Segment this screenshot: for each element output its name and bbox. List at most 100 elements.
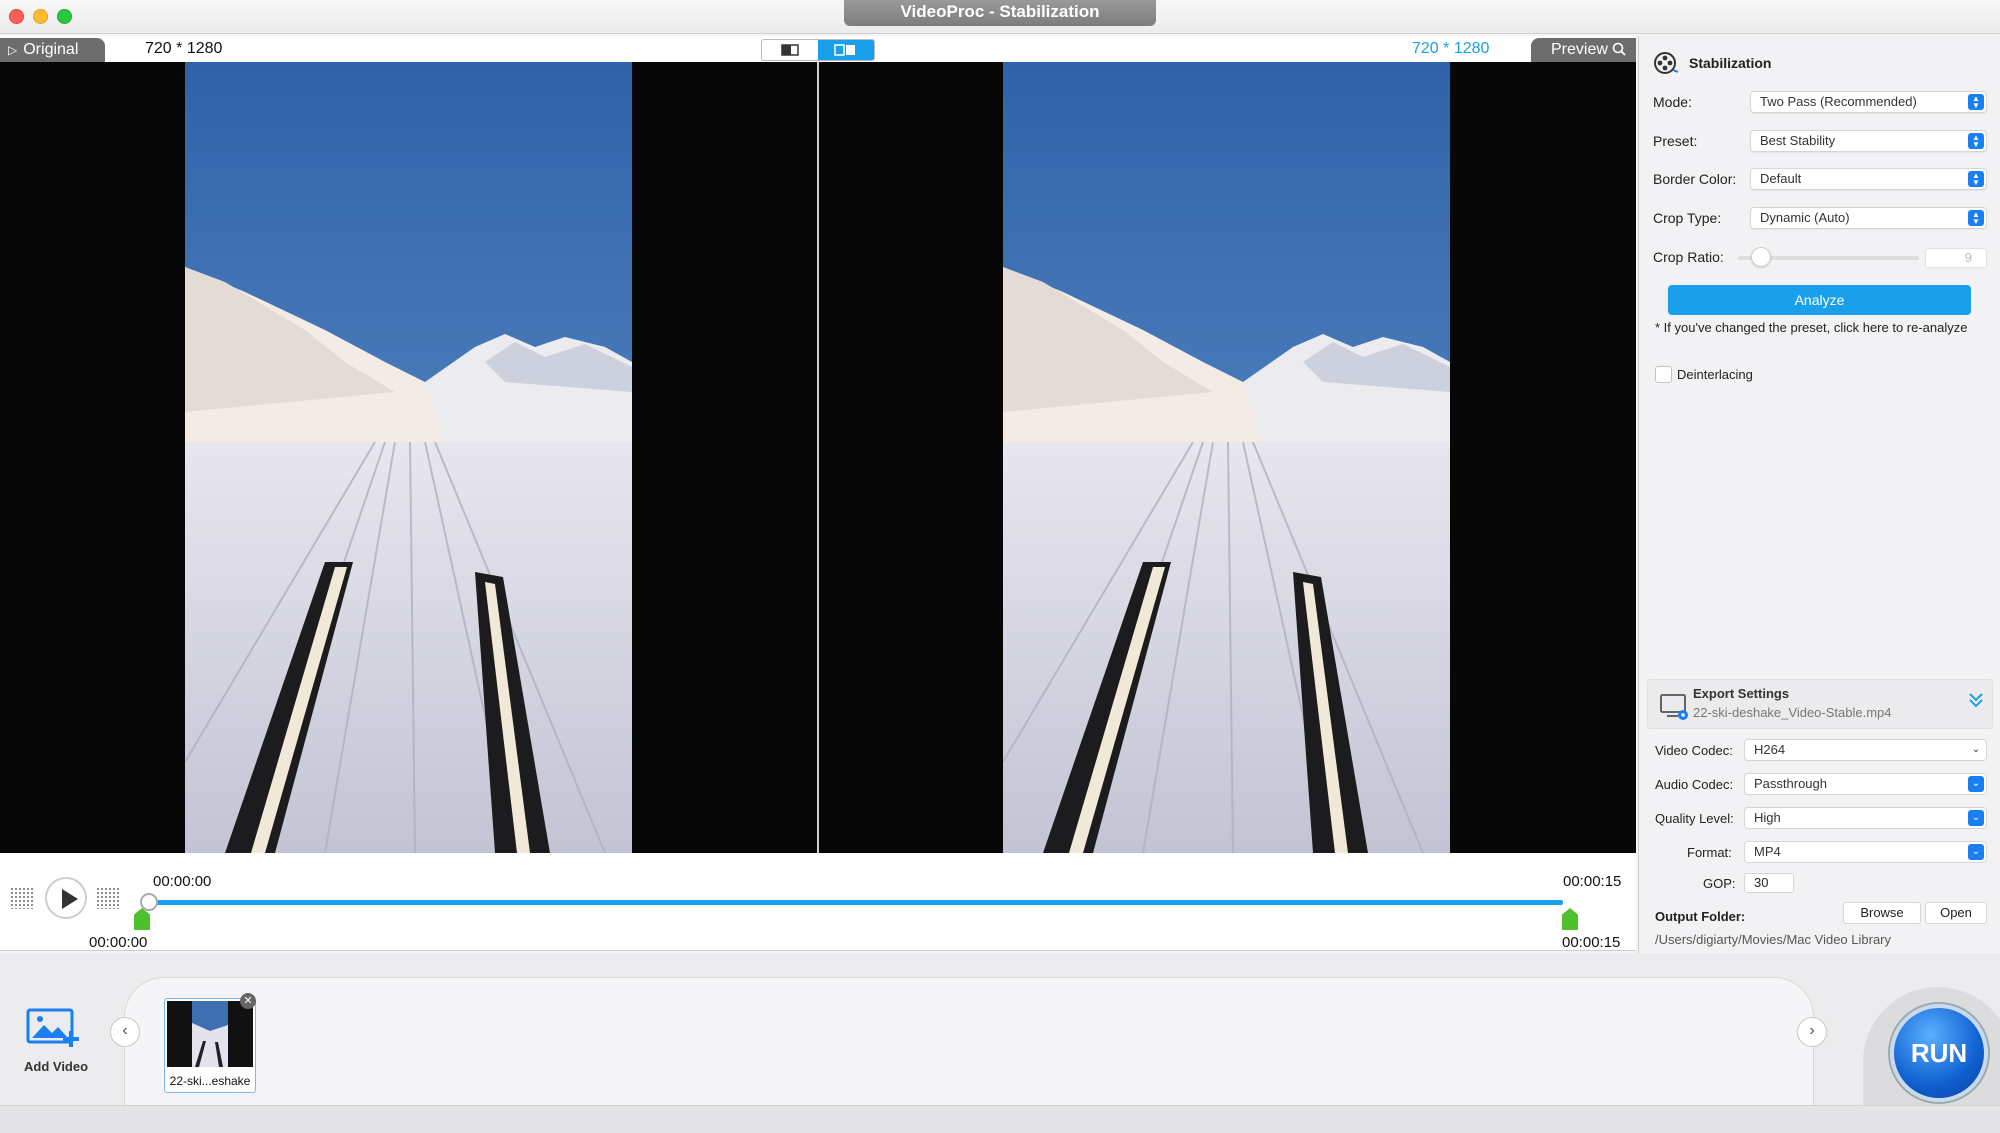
original-tab[interactable]: ▷ Original — [0, 38, 105, 62]
crop-ratio-label: Crop Ratio: — [1653, 249, 1724, 265]
previous-button[interactable]: ‹ — [110, 1017, 140, 1047]
progress-track[interactable] — [146, 900, 1563, 905]
quality-level-label: Quality Level: — [1655, 811, 1734, 826]
preview-tab-label: Preview — [1551, 41, 1608, 58]
up-down-chevron-icon: ▲ ▼ — [1968, 133, 1984, 149]
title-bar: VideoProc - Stabilization — [0, 0, 2000, 34]
reanalyze-note[interactable]: * If you've changed the preset, click he… — [1655, 320, 1995, 336]
format-label: Format: — [1687, 845, 1732, 860]
audio-codec-value: Passthrough — [1754, 776, 1827, 791]
original-tab-label: Original — [23, 41, 79, 58]
video-thumbnail[interactable]: 22-ski...eshake — [164, 998, 256, 1093]
chevron-down-icon: ⌄ — [1971, 744, 1981, 755]
magnifier-icon — [1612, 41, 1626, 58]
stabilized-video-frame — [1003, 62, 1450, 853]
format-select[interactable]: MP4 ⌄ — [1744, 841, 1987, 863]
play-outline-icon: ▷ — [8, 43, 18, 57]
audio-codec-label: Audio Codec: — [1655, 777, 1734, 792]
crop-type-label: Crop Type: — [1653, 210, 1722, 226]
remove-video-close-icon[interactable]: ✕ — [240, 993, 256, 1009]
trim-end-marker[interactable] — [1562, 908, 1578, 930]
play-button[interactable] — [45, 877, 87, 919]
trim-start-marker[interactable] — [134, 908, 150, 930]
window-title: VideoProc - Stabilization — [844, 0, 1156, 26]
run-button[interactable]: RUN — [1890, 1004, 1988, 1102]
crop-ratio-value[interactable]: 9 — [1925, 248, 1987, 268]
deinterlacing-label: Deinterlacing — [1677, 367, 1753, 382]
format-value: MP4 — [1754, 844, 1781, 859]
analyze-button[interactable]: Analyze — [1668, 285, 1971, 315]
split-view-button[interactable] — [818, 40, 874, 60]
add-video-icon — [26, 1008, 79, 1047]
border-color-label: Border Color: — [1653, 171, 1737, 187]
up-down-chevron-icon: ▲ ▼ — [1968, 94, 1984, 110]
audio-codec-select[interactable]: Passthrough ⌄ — [1744, 773, 1987, 795]
split-view-icon — [834, 44, 855, 56]
chevron-down-icon: ⌄ — [1968, 844, 1984, 860]
video-codec-select[interactable]: H264 ⌄ — [1744, 739, 1987, 761]
border-color-value: Default — [1760, 171, 1802, 186]
output-folder-label: Output Folder: — [1655, 909, 1746, 924]
thumbnail-label: 22-ski...eshake — [169, 1074, 251, 1088]
preset-label: Preset: — [1653, 133, 1698, 149]
close-window-button[interactable] — [9, 9, 24, 24]
add-video-label[interactable]: Add Video — [24, 1059, 88, 1074]
crop-type-value: Dynamic (Auto) — [1760, 210, 1850, 225]
crop-type-select[interactable]: Dynamic (Auto) ▲ ▼ — [1750, 207, 1987, 229]
mode-value: Two Pass (Recommended) — [1760, 94, 1917, 109]
settings-panel: Stabilization Mode: Two Pass (Recommende… — [1638, 36, 2000, 953]
preview-resolution: 720 * 1280 — [1412, 40, 1490, 57]
ski-scene-image — [185, 62, 632, 853]
playhead-knob[interactable] — [140, 893, 158, 911]
original-resolution: 720 * 1280 — [145, 40, 223, 57]
mode-select[interactable]: Two Pass (Recommended) ▲ ▼ — [1750, 91, 1987, 113]
split-divider[interactable] — [817, 62, 819, 853]
video-codec-label: Video Codec: — [1655, 743, 1733, 758]
ski-scene-image — [1003, 62, 1450, 853]
preset-select[interactable]: Best Stability ▲ ▼ — [1750, 130, 1987, 152]
preview-header: ▷ Original 720 * 1280 720 * 1280 Preview — [0, 36, 1636, 62]
video-codec-value: H264 — [1754, 742, 1786, 757]
border-color-select[interactable]: Default ▲ ▼ — [1750, 168, 1987, 190]
chevron-down-icon: ⌄ — [1968, 810, 1984, 826]
current-time: 00:00:00 — [153, 873, 212, 890]
chevron-down-icon: ⌄ — [1968, 776, 1984, 792]
rewind-grip-icon[interactable] — [10, 887, 34, 909]
deinterlacing-checkbox[interactable] — [1655, 366, 1672, 383]
quality-level-value: High — [1754, 810, 1781, 825]
single-view-button[interactable] — [762, 40, 818, 60]
gop-label: GOP: — [1703, 876, 1736, 891]
browse-button[interactable]: Browse — [1843, 902, 1921, 924]
video-preview-area — [0, 62, 1636, 853]
forward-grip-icon[interactable] — [96, 887, 120, 909]
single-view-icon — [781, 44, 799, 56]
minimize-window-button[interactable] — [33, 9, 48, 24]
quality-level-select[interactable]: High ⌄ — [1744, 807, 1987, 829]
double-chevron-down-icon[interactable] — [1966, 690, 1986, 714]
trim-end-time: 00:00:15 — [1562, 934, 1621, 951]
export-settings-icon — [1660, 694, 1688, 720]
add-video-button[interactable] — [20, 1005, 92, 1065]
crop-ratio-slider-knob[interactable] — [1751, 247, 1771, 267]
view-mode-toggle — [761, 39, 875, 61]
export-filename: 22-ski-deshake_Video-Stable.mp4 — [1693, 705, 1892, 720]
preview-tab[interactable]: Preview — [1531, 38, 1636, 62]
preset-value: Best Stability — [1760, 133, 1836, 148]
output-path: /Users/digiarty/Movies/Mac Video Library — [1655, 932, 1892, 947]
open-folder-button[interactable]: Open — [1925, 902, 1987, 924]
zoom-window-button[interactable] — [57, 9, 72, 24]
original-video-frame — [185, 62, 632, 853]
status-strip — [0, 1105, 2000, 1133]
up-down-chevron-icon: ▲ ▼ — [1968, 210, 1984, 226]
timeline: 00:00:00 00:00:15 00:00:00 00:00:15 — [0, 853, 1636, 951]
film-reel-icon — [1654, 52, 1679, 74]
mode-label: Mode: — [1653, 94, 1692, 110]
up-down-chevron-icon: ▲ ▼ — [1968, 171, 1984, 187]
gop-input[interactable]: 30 — [1744, 873, 1794, 893]
total-time: 00:00:15 — [1563, 873, 1622, 890]
thumbnail-image — [167, 1001, 253, 1067]
trim-start-time: 00:00:00 — [89, 934, 148, 951]
stabilization-title: Stabilization — [1689, 55, 1772, 71]
next-button[interactable]: › — [1797, 1017, 1827, 1047]
export-settings-header[interactable]: Export Settings 22-ski-deshake_Video-Sta… — [1647, 679, 1993, 729]
